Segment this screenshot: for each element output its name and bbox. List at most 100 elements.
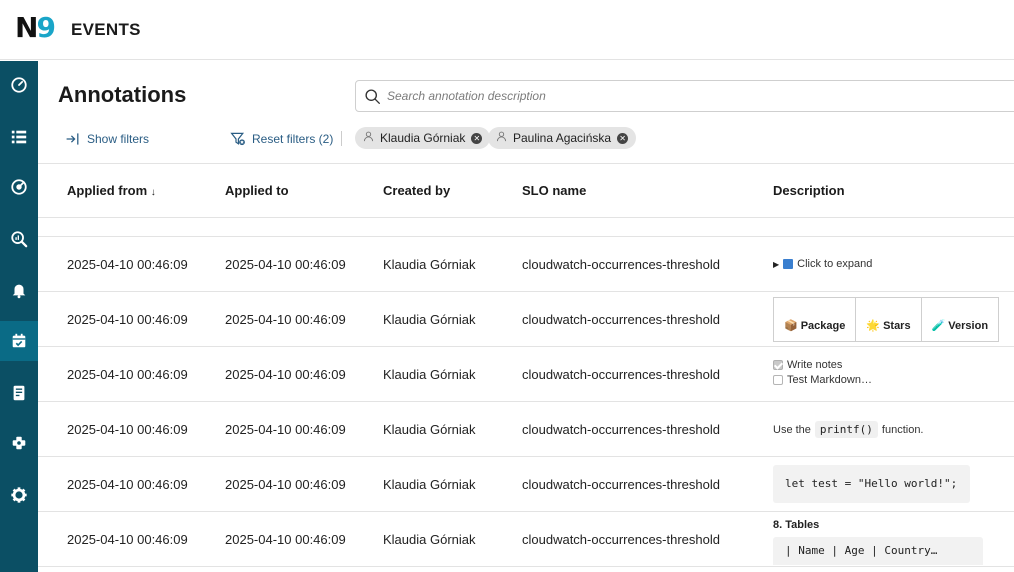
cell-applied-from: 2025-04-10 00:46:09 bbox=[67, 312, 188, 327]
app-title: EVENTS bbox=[71, 20, 141, 39]
list-icon bbox=[11, 130, 27, 144]
task-list: Write notes Test Markdown… bbox=[773, 357, 872, 387]
cell-created-by: Klaudia Górniak bbox=[383, 422, 476, 437]
checkbox-checked bbox=[773, 359, 783, 370]
table-row[interactable]: 2025-04-10 00:46:09 2025-04-10 00:46:09 … bbox=[38, 512, 1014, 567]
star-icon: 🌟 bbox=[866, 320, 881, 332]
cell-created-by: Klaudia Górniak bbox=[383, 367, 476, 382]
cell-slo-name[interactable]: cloudwatch-occurrences-threshold bbox=[522, 367, 720, 382]
search-analytics-icon bbox=[11, 231, 28, 248]
sidebar-item-settings[interactable] bbox=[0, 475, 38, 515]
inline-code-text: Use the printf() function. bbox=[773, 421, 924, 438]
sidebar-item-dashboard[interactable] bbox=[0, 65, 38, 105]
description-tabs: 📦 Package 🌟 Stars 🧪 Version bbox=[773, 297, 1000, 342]
column-created-by[interactable]: Created by bbox=[383, 183, 450, 198]
checkbox-unchecked bbox=[773, 374, 783, 385]
cell-slo-name[interactable]: cloudwatch-occurrences-threshold bbox=[522, 257, 720, 272]
code-snippet: printf() bbox=[814, 421, 878, 438]
search-icon bbox=[365, 89, 380, 104]
column-applied-from[interactable]: Applied from ↓ bbox=[67, 183, 156, 198]
sidebar-item-query[interactable] bbox=[0, 219, 38, 259]
sidebar bbox=[0, 61, 38, 572]
table-spacer bbox=[38, 218, 1014, 237]
expand-panel-icon bbox=[66, 133, 79, 145]
bell-icon bbox=[12, 284, 26, 299]
expand-toggle[interactable]: ▶ Click to expand bbox=[773, 258, 872, 270]
column-applied-to[interactable]: Applied to bbox=[225, 183, 289, 198]
cell-applied-from: 2025-04-10 00:46:09 bbox=[67, 477, 188, 492]
cell-created-by: Klaudia Górniak bbox=[383, 312, 476, 327]
page-title: Annotations bbox=[58, 82, 187, 107]
cell-applied-to: 2025-04-10 00:46:09 bbox=[225, 422, 346, 437]
column-slo-name[interactable]: SLO name bbox=[522, 183, 586, 198]
cell-slo-name[interactable]: cloudwatch-occurrences-threshold bbox=[522, 422, 720, 437]
table-header: Applied from ↓ Applied to Created by SLO… bbox=[38, 163, 1014, 218]
cell-created-by: Klaudia Górniak bbox=[383, 532, 476, 547]
cell-applied-to: 2025-04-10 00:46:09 bbox=[225, 367, 346, 382]
report-icon bbox=[13, 385, 25, 401]
code-block: let test = "Hello world!"; bbox=[773, 465, 970, 503]
table-row[interactable]: 2025-04-10 00:46:09 2025-04-10 00:46:09 … bbox=[38, 237, 1014, 292]
reset-filters-button[interactable]: Reset filters (2) bbox=[230, 131, 333, 147]
markdown-table-preview: 8. Tables | Name | Age | Country… bbox=[773, 519, 983, 565]
filter-chip-label: Paulina Agacińska bbox=[513, 131, 612, 145]
search-input[interactable] bbox=[387, 86, 987, 106]
sidebar-item-catalog[interactable] bbox=[0, 117, 38, 157]
filter-chip-label: Klaudia Górniak bbox=[380, 131, 466, 145]
test-tube-icon: 🧪 bbox=[931, 320, 946, 332]
integrations-icon bbox=[12, 436, 26, 450]
disclosure-triangle-icon: ▶ bbox=[773, 259, 780, 269]
filter-chip-klaudia[interactable]: Klaudia Górniak ✕ bbox=[355, 127, 491, 149]
sort-desc-icon: ↓ bbox=[150, 187, 156, 198]
cell-applied-to: 2025-04-10 00:46:09 bbox=[225, 477, 346, 492]
sidebar-item-integrations[interactable] bbox=[0, 423, 38, 463]
package-icon: 📦 bbox=[784, 320, 798, 332]
gear-icon bbox=[11, 487, 27, 503]
filter-reset-icon bbox=[230, 132, 245, 146]
sidebar-item-events[interactable] bbox=[0, 321, 38, 361]
show-filters-label: Show filters bbox=[87, 132, 150, 146]
cell-applied-from: 2025-04-10 00:46:09 bbox=[67, 532, 188, 547]
book-icon bbox=[783, 259, 794, 269]
remove-chip-icon[interactable]: ✕ bbox=[471, 132, 483, 144]
tab-package[interactable]: 📦 Package bbox=[774, 297, 857, 341]
remove-chip-icon[interactable]: ✕ bbox=[617, 132, 629, 144]
task-item: Test Markdown… bbox=[773, 372, 872, 387]
reset-filters-label: Reset filters (2) bbox=[252, 132, 334, 146]
cell-applied-from: 2025-04-10 00:46:09 bbox=[67, 257, 188, 272]
cell-applied-from: 2025-04-10 00:46:09 bbox=[67, 367, 188, 382]
cell-applied-to: 2025-04-10 00:46:09 bbox=[225, 312, 346, 327]
sidebar-item-slo[interactable] bbox=[0, 167, 38, 207]
top-bar: N9 EVENTS bbox=[0, 0, 1014, 60]
table-row[interactable]: 2025-04-10 00:46:09 2025-04-10 00:46:09 … bbox=[38, 457, 1014, 512]
n9-logo[interactable]: N9 bbox=[15, 12, 56, 44]
cell-slo-name[interactable]: cloudwatch-occurrences-threshold bbox=[522, 477, 720, 492]
markdown-table-line: | Name | Age | Country… bbox=[773, 537, 983, 565]
cell-applied-to: 2025-04-10 00:46:09 bbox=[225, 532, 346, 547]
search-box[interactable] bbox=[355, 80, 1014, 112]
tab-version[interactable]: 🧪 Version bbox=[921, 297, 999, 341]
person-icon bbox=[496, 131, 507, 145]
task-item: Write notes bbox=[773, 357, 872, 372]
table-row[interactable]: 2025-04-10 00:46:09 2025-04-10 00:46:09 … bbox=[38, 292, 1014, 347]
target-icon bbox=[11, 179, 27, 195]
person-icon bbox=[363, 131, 374, 145]
column-description[interactable]: Description bbox=[773, 183, 845, 198]
filter-chip-paulina[interactable]: Paulina Agacińska ✕ bbox=[488, 127, 637, 149]
tab-stars[interactable]: 🌟 Stars bbox=[856, 297, 922, 341]
gauge-icon bbox=[11, 77, 27, 93]
show-filters-button[interactable]: Show filters bbox=[65, 131, 149, 147]
cell-slo-name[interactable]: cloudwatch-occurrences-threshold bbox=[522, 532, 720, 547]
table-row[interactable]: 2025-04-10 00:46:09 2025-04-10 00:46:09 … bbox=[38, 347, 1014, 402]
cell-applied-from: 2025-04-10 00:46:09 bbox=[67, 422, 188, 437]
sidebar-item-reports[interactable] bbox=[0, 373, 38, 413]
filter-divider bbox=[341, 131, 342, 146]
cell-slo-name[interactable]: cloudwatch-occurrences-threshold bbox=[522, 312, 720, 327]
markdown-heading: 8. Tables bbox=[773, 519, 820, 531]
expand-label: Click to expand bbox=[797, 258, 873, 270]
cell-applied-to: 2025-04-10 00:46:09 bbox=[225, 257, 346, 272]
table-row[interactable]: 2025-04-10 00:46:09 2025-04-10 00:46:09 … bbox=[38, 402, 1014, 457]
cell-created-by: Klaudia Górniak bbox=[383, 477, 476, 492]
cell-created-by: Klaudia Górniak bbox=[383, 257, 476, 272]
sidebar-item-alerts[interactable] bbox=[0, 270, 38, 310]
